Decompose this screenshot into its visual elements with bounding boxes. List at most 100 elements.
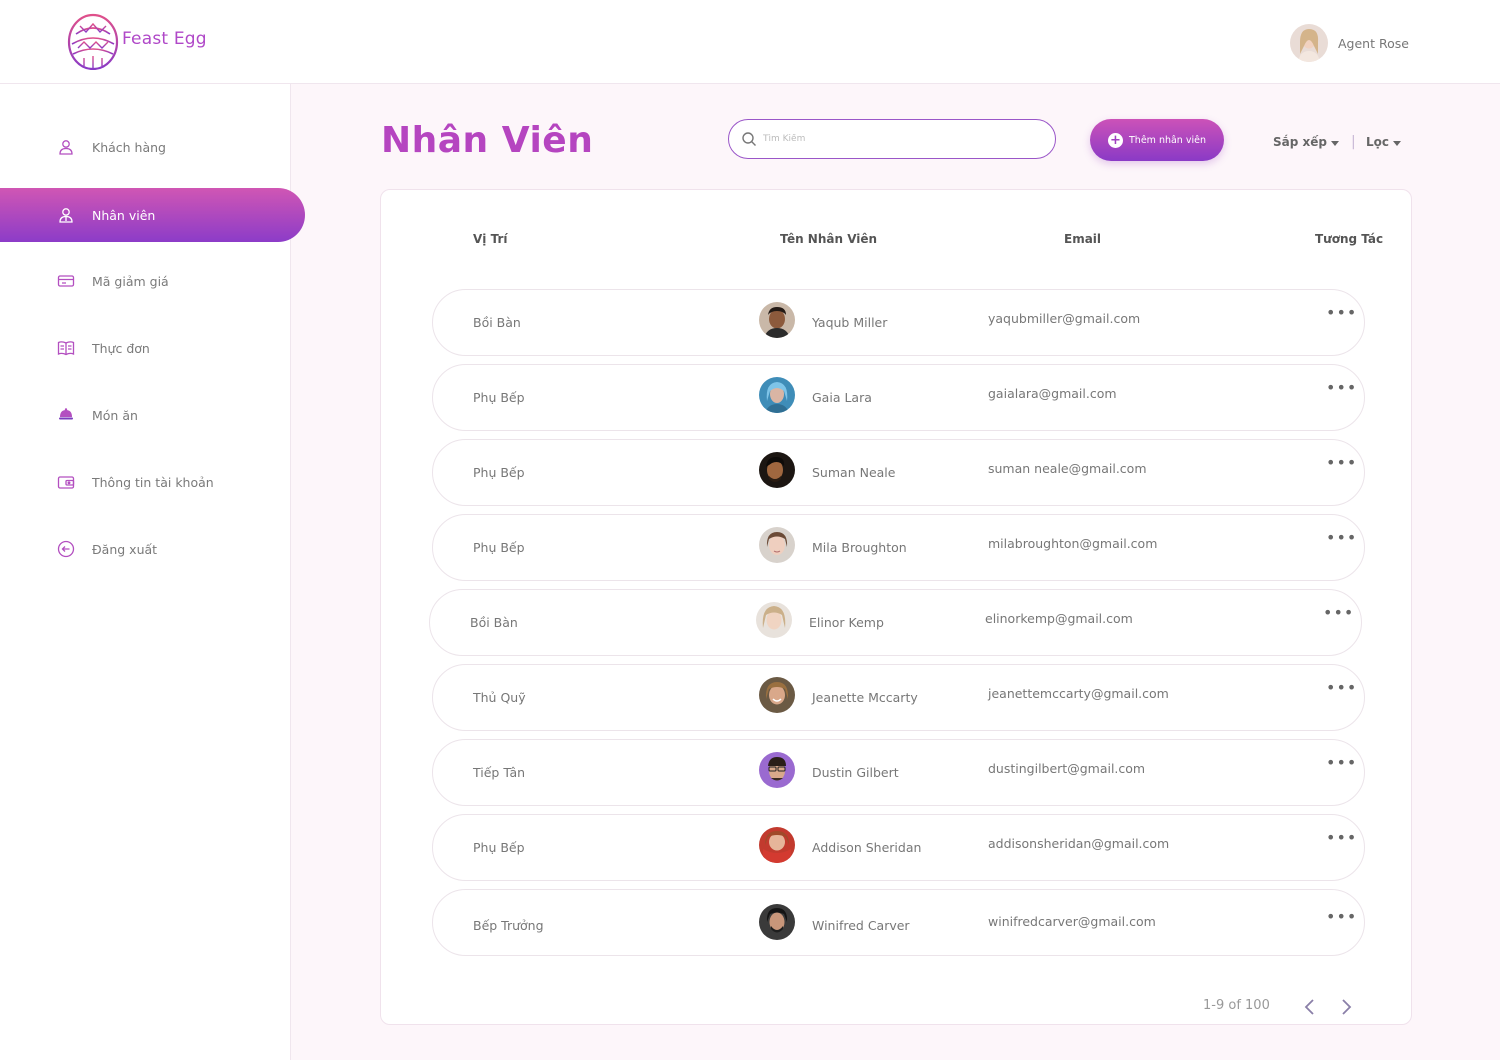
sidebar-item-dishes[interactable]: Món ăn [0,388,291,442]
employee-email[interactable]: jeanettemccarty@gmail.com [988,686,1169,701]
employee-email[interactable]: gaialara@gmail.com [988,386,1117,401]
sidebar-item-customers[interactable]: Khách hàng [0,120,291,174]
employee-email[interactable]: addisonsheridan@gmail.com [988,836,1169,851]
column-header-position[interactable]: Vị Trí [473,232,507,246]
column-header-email[interactable]: Email [1064,232,1101,246]
more-dots-icon[interactable]: ••• [1326,455,1357,471]
page-title: Nhân Viên [381,120,594,161]
user-icon [56,137,76,157]
more-dots-icon[interactable]: ••• [1326,830,1357,846]
sidebar-item-label: Thực đơn [92,340,150,356]
sidebar-item-label: Khách hàng [92,139,166,155]
more-dots-icon[interactable]: ••• [1326,530,1357,546]
chevron-down-icon [1330,140,1339,146]
employee-avatar [759,904,795,940]
wallet-icon [56,472,76,492]
employee-avatar [759,827,795,863]
employee-name: Mila Broughton [812,540,907,555]
position-cell: Phụ Bếp [473,465,525,480]
add-staff-label: Thêm nhân viên [1129,134,1206,146]
table-row[interactable]: Phụ Bếp Mila Broughton milabroughton@gma… [432,514,1365,581]
user-name: Agent Rose [1338,35,1409,51]
table-row[interactable]: Phụ Bếp Suman Neale suman neale@gmail.co… [432,439,1365,506]
user-profile[interactable]: Agent Rose [1290,24,1409,62]
sidebar-item-account[interactable]: Thông tin tài khoản [0,455,291,509]
sidebar-item-coupons[interactable]: Mã giảm giá [0,254,291,308]
sidebar-item-label: Món ăn [92,407,138,423]
more-dots-icon[interactable]: ••• [1326,909,1357,925]
employee-email[interactable]: milabroughton@gmail.com [988,536,1157,551]
menu-book-icon [56,338,76,358]
employee-avatar [759,302,795,338]
sidebar-item-label: Nhân viên [92,207,156,223]
more-dots-icon[interactable]: ••• [1326,680,1357,696]
coupon-icon [56,271,76,291]
dish-icon [56,405,76,425]
employee-avatar [759,452,795,488]
employee-avatar [759,377,795,413]
more-dots-icon[interactable]: ••• [1326,755,1357,771]
search-bar[interactable] [728,119,1056,159]
more-dots-icon[interactable]: ••• [1326,380,1357,396]
employee-email[interactable]: dustingilbert@gmail.com [988,761,1145,776]
employee-email[interactable]: winifredcarver@gmail.com [988,914,1156,929]
sidebar-item-logout[interactable]: Đăng xuất [0,522,291,576]
pagination-label: 1-9 of 100 [1203,998,1270,1013]
filter-label: Lọc [1366,135,1390,149]
column-header-name[interactable]: Tên Nhân Viên [780,232,877,246]
employee-name: Dustin Gilbert [812,765,899,780]
employee-email[interactable]: suman neale@gmail.com [988,461,1147,476]
more-dots-icon[interactable]: ••• [1326,305,1357,321]
table-row[interactable]: Thủ Quỹ Jeanette Mccarty jeanettemccarty… [432,664,1365,731]
employee-email[interactable]: yaqubmiller@gmail.com [988,311,1140,326]
sidebar-item-label: Mã giảm giá [92,273,169,289]
employee-name: Winifred Carver [812,918,910,933]
employee-avatar [759,527,795,563]
employee-name: Jeanette Mccarty [812,690,918,705]
position-cell: Thủ Quỹ [473,690,526,705]
position-cell: Phụ Bếp [473,540,525,555]
divider: | [1351,134,1356,150]
sort-dropdown[interactable]: Sắp xếp [1273,135,1339,149]
sidebar: Khách hàng Nhân viên Mã giảm giá Thực đơ… [0,84,305,1060]
position-cell: Tiếp Tân [473,765,526,780]
position-cell: Bếp Trưởng [473,918,544,933]
employee-name: Suman Neale [812,465,896,480]
table-row[interactable]: Phụ Bếp Gaia Lara gaialara@gmail.com ••• [432,364,1365,431]
table-row[interactable]: Bồi Bàn Yaqub Miller yaqubmiller@gmail.c… [432,289,1365,356]
chevron-right-icon[interactable] [1336,997,1356,1017]
employee-email[interactable]: elinorkemp@gmail.com [985,611,1133,626]
search-input[interactable] [763,134,1033,144]
add-staff-button[interactable]: + Thêm nhân viên [1090,119,1224,161]
employee-name: Addison Sheridan [812,840,922,855]
employee-avatar [759,752,795,788]
egg-logo-icon [67,13,119,70]
table-row[interactable]: Bồi Bàn Elinor Kemp elinorkemp@gmail.com… [429,589,1362,656]
sidebar-item-menu[interactable]: Thực đơn [0,321,291,375]
employee-name: Elinor Kemp [809,615,884,630]
brand-logo[interactable]: Feast Egg [66,8,207,70]
user-avatar[interactable] [1290,24,1328,62]
sidebar-item-label: Thông tin tài khoản [92,474,214,490]
position-cell: Bồi Bàn [470,615,518,630]
sidebar-item-staff[interactable]: Nhân viên [0,188,305,242]
brand-name: Feast Egg [122,29,207,49]
more-dots-icon[interactable]: ••• [1323,605,1354,621]
plus-icon: + [1108,132,1123,148]
logout-icon [56,539,76,559]
filter-dropdown[interactable]: Lọc [1366,135,1402,149]
sidebar-item-label: Đăng xuất [92,541,158,557]
table-row[interactable]: Tiếp Tân Dustin Gilbert dustingilbert@gm… [432,739,1365,806]
table-row[interactable]: Phụ Bếp Addison Sheridan addisonsheridan… [432,814,1365,881]
top-header: Feast Egg Agent Rose [0,0,1500,84]
employee-avatar [756,602,792,638]
column-header-action[interactable]: Tương Tác [1315,232,1383,246]
search-icon [742,132,756,146]
position-cell: Phụ Bếp [473,390,525,405]
chevron-left-icon[interactable] [1300,997,1320,1017]
table-row[interactable]: Bếp Trưởng Winifred Carver winifredcarve… [432,889,1365,956]
employee-avatar [759,677,795,713]
employee-name: Yaqub Miller [812,315,888,330]
staff-icon [56,205,76,225]
employee-name: Gaia Lara [812,390,872,405]
